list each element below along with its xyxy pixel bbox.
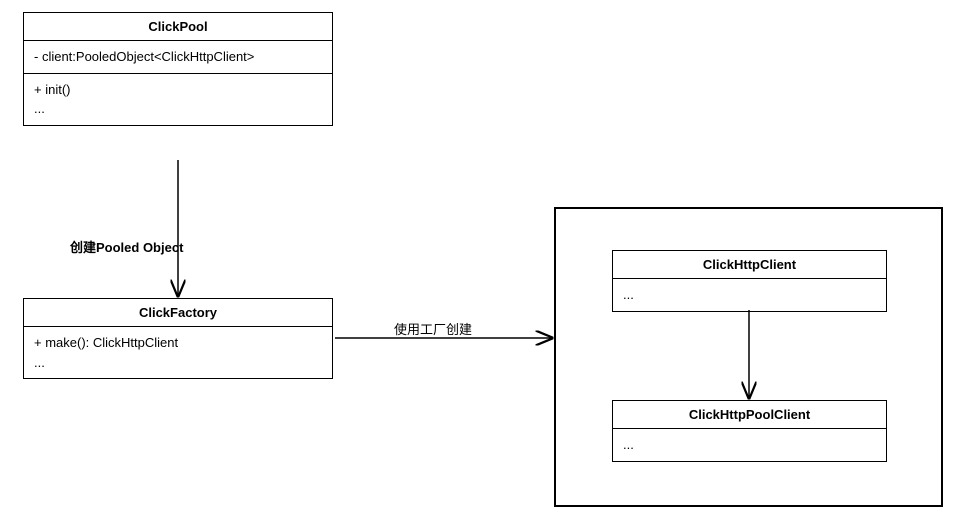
class-methods: + init() ... bbox=[24, 74, 332, 125]
class-clickpool: ClickPool - client:PooledObject<ClickHtt… bbox=[23, 12, 333, 126]
label-use-factory: 使用工厂创建 bbox=[394, 319, 472, 338]
class-title: ClickFactory bbox=[24, 299, 332, 327]
class-clickfactory: ClickFactory + make(): ClickHttpClient .… bbox=[23, 298, 333, 379]
class-methods: + make(): ClickHttpClient ... bbox=[24, 327, 332, 378]
class-title: ClickPool bbox=[24, 13, 332, 41]
class-title: ClickHttpClient bbox=[613, 251, 886, 279]
class-clickhttpclient: ClickHttpClient ... bbox=[612, 250, 887, 312]
class-body: ... bbox=[613, 279, 886, 311]
class-clickhttppoolclient: ClickHttpPoolClient ... bbox=[612, 400, 887, 462]
label-create-pooled: 创建Pooled Object bbox=[70, 237, 183, 256]
class-attributes: - client:PooledObject<ClickHttpClient> bbox=[24, 41, 332, 74]
class-body: ... bbox=[613, 429, 886, 461]
class-title: ClickHttpPoolClient bbox=[613, 401, 886, 429]
